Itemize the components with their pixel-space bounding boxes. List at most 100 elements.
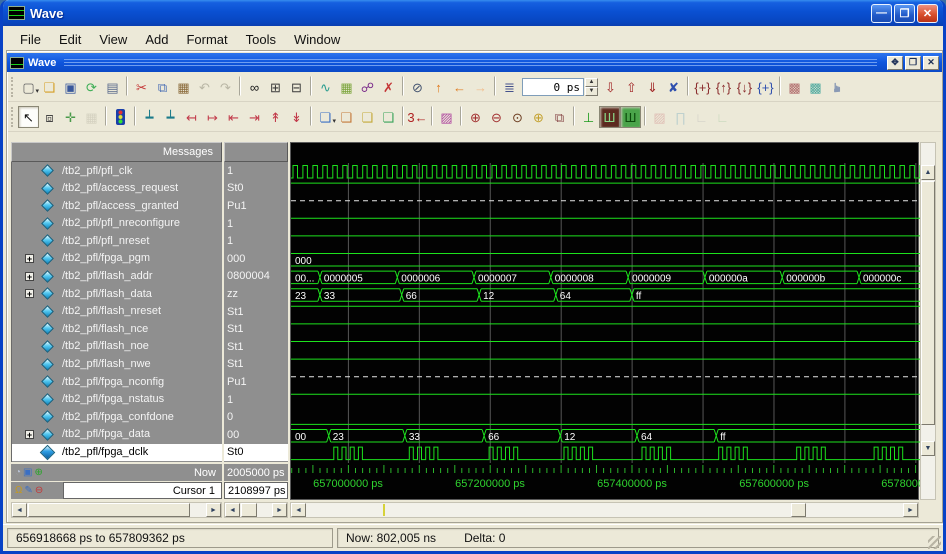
signal-row[interactable]: + /tb2_pfl/fpga_nstatus [12,391,222,409]
manage-bookmarks-button[interactable]: {+}▾ [755,76,776,98]
delete-wave-cursor-button[interactable]: ┷▾ [160,106,181,128]
edit-mode-button[interactable]: ▦▾ [81,106,102,128]
run-button[interactable]: ⇩▾ [600,76,621,98]
expand-toggle[interactable]: + [25,430,34,439]
expand-toggle[interactable]: + [25,289,34,298]
scroll-left-button[interactable]: ◄ [225,503,240,517]
values-hscrollbar[interactable]: ◄ ► [224,502,288,518]
continue-run-button[interactable]: ⇧▾ [621,76,642,98]
expand-nets-button[interactable]: ⊞▾ [265,76,286,98]
undo-button[interactable]: ↶▾ [194,76,215,98]
pan-mode-button[interactable]: ✛▾ [60,106,81,128]
cursor-label[interactable]: Cursor 1 [63,482,222,499]
green-step-icon[interactable]: ∟▾ [712,106,733,128]
signal-row[interactable]: + /tb2_pfl/fpga_nconfig [12,373,222,391]
signal-row[interactable]: + /tb2_pfl/flash_addr [12,268,222,286]
menu-window[interactable]: Window [285,30,349,49]
copy-button[interactable]: ⧉▾ [152,76,173,98]
paste-button[interactable]: ▦▾ [173,76,194,98]
signal-row[interactable]: + /tb2_pfl/fpga_pgm [12,250,222,268]
edit-cursor-icon[interactable]: ✎ [24,486,32,496]
scroll-thumb[interactable] [921,181,935,425]
zoom-full-button[interactable]: ⊙▾ [507,106,528,128]
minimize-button[interactable]: — [871,4,892,23]
scroll-up-button[interactable]: ▲ [921,165,935,180]
zoom-in-button[interactable]: ⊕▾ [465,106,486,128]
menu-add[interactable]: Add [136,30,177,49]
gray-step-icon[interactable]: ∟▾ [691,106,712,128]
signal-row[interactable]: + /tb2_pfl/flash_data [12,285,222,303]
traffic-light-icon[interactable]: ▾ [110,106,131,128]
scroll-down-button[interactable]: ▼ [921,441,935,456]
signal-row[interactable]: + /tb2_pfl/pfl_nreconfigure [12,215,222,233]
zoom-others-button[interactable]: ⧉▾ [549,106,570,128]
scroll-left-button[interactable]: ◄ [12,503,27,517]
prev-bookmark-button[interactable]: {+}▾ [692,76,713,98]
monitor-icon[interactable]: ▣ [23,468,32,478]
signal-row[interactable]: + /tb2_pfl/fpga_confdone [12,408,222,426]
run-all-button[interactable]: ⇓▾ [642,76,663,98]
cursor-value[interactable]: 2108997 ps [224,482,288,499]
signal-row[interactable]: + /tb2_pfl/flash_nwe [12,356,222,374]
pattern-icon[interactable]: ▨▾ [649,106,670,128]
select-mode-button[interactable]: ↖▾ [18,106,39,128]
cursor-row[interactable]: Ω✎⊖ Cursor 1 [11,482,222,499]
edit-wave-button[interactable]: ❏▾ [357,106,378,128]
scroll-left-button[interactable]: ◄ [291,503,306,517]
reload-button[interactable]: ⟳▾ [81,76,102,98]
next-falling-edge-button[interactable]: ⇥▾ [244,106,265,128]
export-wave-button[interactable]: ❏▾ [378,106,399,128]
prev-rising-edge-button[interactable]: ↟▾ [265,106,286,128]
print-button[interactable]: ▤▾ [102,76,123,98]
signal-row[interactable]: + /tb2_pfl/pfl_nreset [12,232,222,250]
restart-sim-button[interactable]: ≣▾ [499,76,520,98]
examine-button[interactable]: ☍▾ [357,76,378,98]
close-button[interactable]: ✕ [917,4,938,23]
signal-row[interactable]: + /tb2_pfl/flash_nreset [12,303,222,321]
next-transition-button[interactable]: ↦▾ [202,106,223,128]
insert-wave-button[interactable]: ❏▾ [336,106,357,128]
timeline-mode-icon[interactable]: ◔ [15,468,21,478]
no-force-button[interactable]: ⊘▾ [407,76,428,98]
signal-row[interactable]: + /tb2_pfl/pfl_clk [12,162,222,180]
add-wave-button[interactable]: ❏▾ [315,106,336,128]
scroll-right-button[interactable]: ► [903,503,918,517]
open-file-button[interactable]: ❏▾ [39,76,60,98]
menu-edit[interactable]: Edit [50,30,90,49]
wave-hscrollbar[interactable]: ◄ ► [290,502,919,518]
palette-icon[interactable]: ▨▾ [436,106,457,128]
add-bookmark-button[interactable]: {↓}▾ [734,76,755,98]
signal-row[interactable]: + /tb2_pfl/access_request [12,180,222,198]
save-button[interactable]: ▣▾ [60,76,81,98]
zoom-mode-button[interactable]: ⧈▾ [39,106,60,128]
show-drivers-button[interactable]: ▩▾ [784,76,805,98]
title-bar[interactable]: Wave —❐✕ [3,0,943,26]
names-hscrollbar[interactable]: ◄ ► [11,502,222,518]
add-cursor-button[interactable]: ⊕ [35,468,43,478]
find-prev-button[interactable]: ←▾ [449,76,470,98]
back-three-icon[interactable]: 3←▾ [407,106,428,128]
undock-button[interactable]: ✥ [887,56,903,70]
lock-cursor-icon[interactable]: Ω [15,486,22,496]
cut-button[interactable]: ✂▾ [131,76,152,98]
prev-falling-edge-button[interactable]: ⇤▾ [223,106,244,128]
resize-grip[interactable] [928,536,941,549]
menu-tools[interactable]: Tools [237,30,285,49]
expand-toggle[interactable]: + [25,272,34,281]
next-rising-edge-button[interactable]: ↡▾ [286,106,307,128]
messages-column-header[interactable]: Messages [11,142,222,162]
show-readers-button[interactable]: ▩▾ [805,76,826,98]
find-up-button[interactable]: ↑▾ [428,76,449,98]
scroll-right-button[interactable]: ► [206,503,221,517]
restart-button[interactable]: ∿▾ [315,76,336,98]
scroll-thumb[interactable] [241,503,257,517]
scroll-thumb[interactable] [791,503,806,517]
next-bookmark-button[interactable]: {↑}▾ [713,76,734,98]
close-wave-button[interactable]: ✕ [923,56,939,70]
maximize-button[interactable]: ❐ [894,4,915,23]
zoom-out-button[interactable]: ⊖▾ [486,106,507,128]
prev-transition-button[interactable]: ↤▾ [181,106,202,128]
time-down-button[interactable]: ▼ [585,87,598,96]
run-grid-button[interactable]: ▦▾ [336,76,357,98]
signal-row[interactable]: + /tb2_pfl/fpga_data [12,426,222,444]
